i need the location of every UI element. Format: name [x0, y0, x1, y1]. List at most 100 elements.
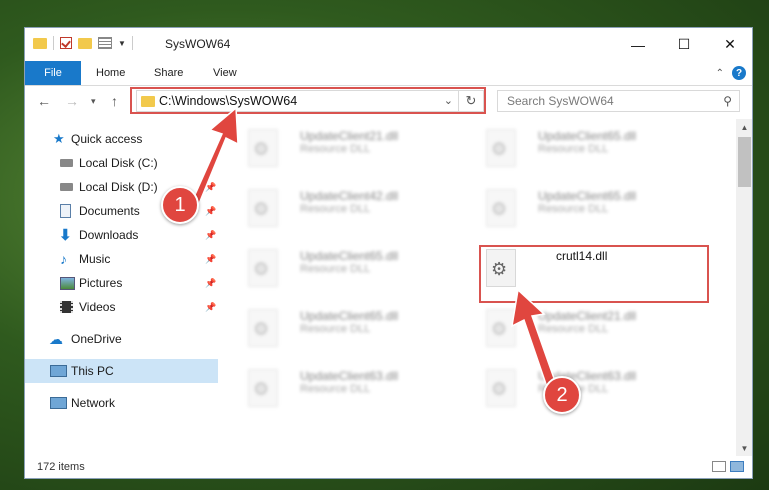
sidebar-item-label: Local Disk (C:) — [79, 156, 158, 170]
dll-file-icon — [486, 189, 516, 227]
up-arrow-icon[interactable]: ↑ — [111, 93, 118, 109]
download-icon: ⬇ — [59, 227, 72, 244]
computer-icon — [50, 365, 67, 377]
file-name: UpdateClient21.dll — [538, 309, 637, 323]
search-placeholder: Search SysWOW64 — [507, 94, 614, 108]
file-name: UpdateClient65.dll — [300, 249, 399, 263]
file-item[interactable]: UpdateClient65.dll Resource DLL — [476, 119, 706, 173]
large-icons-view-icon[interactable] — [730, 461, 744, 472]
file-item[interactable]: UpdateClient63.dll Resource DLL — [476, 359, 706, 413]
cloud-icon: ☁ — [49, 330, 63, 347]
videos-icon — [60, 301, 73, 313]
help-icon[interactable]: ? — [732, 66, 746, 80]
item-count: 172 items — [37, 461, 85, 473]
tab-home[interactable]: Home — [96, 61, 125, 85]
step-badge-2: 2 — [543, 376, 581, 414]
sidebar-item-pictures[interactable]: Pictures 📌 — [25, 271, 218, 295]
dll-file-icon — [486, 369, 516, 407]
divider — [131, 36, 133, 50]
tab-share[interactable]: Share — [154, 61, 183, 85]
file-name: UpdateClient65.dll — [538, 189, 637, 203]
pin-icon[interactable]: 📌 — [205, 182, 216, 193]
dll-file-icon — [248, 249, 278, 287]
dll-file-icon — [486, 309, 516, 347]
recent-locations-chevron-icon[interactable]: ▾ — [91, 96, 96, 107]
pin-icon[interactable]: 📌 — [205, 278, 216, 289]
file-item[interactable]: UpdateClient65.dll Resource DLL — [238, 299, 468, 353]
sidebar-item-label: Pictures — [79, 276, 123, 290]
new-folder-icon[interactable] — [78, 37, 92, 49]
file-item[interactable]: UpdateClient21.dll Resource DLL — [476, 299, 706, 353]
customize-dropdown-icon[interactable]: ▼ — [118, 39, 126, 48]
dll-file-icon — [486, 129, 516, 167]
sidebar-item-network[interactable]: Network — [25, 391, 218, 415]
divider — [53, 36, 54, 50]
dll-file-icon — [248, 189, 278, 227]
sidebar-item-label: Quick access — [71, 132, 143, 146]
minimize-button[interactable]: — — [615, 28, 661, 61]
sidebar-item-quick-access[interactable]: ★ Quick access — [25, 127, 218, 151]
sidebar-item-videos[interactable]: Videos 📌 — [25, 295, 218, 319]
sidebar-item-label: Music — [79, 252, 111, 266]
pin-icon[interactable]: 📌 — [205, 206, 216, 217]
sidebar-item-label: OneDrive — [71, 332, 122, 346]
window-title: SysWOW64 — [165, 37, 231, 51]
sidebar-item-onedrive[interactable]: ☁ OneDrive — [25, 327, 218, 351]
sidebar-item-label: Documents — [79, 204, 140, 218]
network-icon — [50, 397, 67, 409]
file-item[interactable]: UpdateClient65.dll Resource DLL — [476, 179, 706, 233]
details-view-icon[interactable] — [712, 461, 726, 472]
file-highlight — [479, 245, 709, 303]
sidebar-item-label: Videos — [79, 300, 116, 314]
pictures-icon — [60, 276, 75, 290]
sidebar-item-label: This PC — [71, 364, 114, 378]
sidebar-item-downloads[interactable]: ⬇ Downloads 📌 — [25, 223, 218, 247]
sidebar-item-music[interactable]: ♪ Music 📌 — [25, 247, 218, 271]
file-type: Resource DLL — [538, 323, 609, 335]
sidebar-item-local-disk-c[interactable]: Local Disk (C:) — [25, 151, 218, 175]
status-bar: 172 items — [25, 457, 752, 478]
view-icon[interactable] — [98, 37, 112, 49]
maximize-button[interactable]: ☐ — [661, 28, 707, 61]
file-item[interactable]: UpdateClient65.dll Resource DLL — [238, 239, 468, 293]
forward-arrow-icon[interactable]: → — [65, 93, 79, 109]
quick-access-toolbar: ▼ — [33, 36, 133, 50]
folder-icon — [33, 37, 47, 49]
vertical-scrollbar[interactable]: ▲ ▼ — [736, 119, 752, 456]
pin-icon[interactable]: 📌 — [205, 254, 216, 265]
file-item[interactable]: UpdateClient21.dll Resource DLL — [238, 119, 468, 173]
pin-icon[interactable]: 📌 — [205, 230, 216, 241]
search-input[interactable]: Search SysWOW64 ⚲ — [497, 90, 740, 112]
address-bar-highlight — [130, 87, 486, 114]
documents-icon — [60, 204, 71, 218]
step-badge-1: 1 — [161, 186, 199, 224]
pin-icon[interactable]: 📌 — [205, 302, 216, 313]
file-name: UpdateClient65.dll — [300, 309, 399, 323]
back-arrow-icon[interactable]: ← — [37, 93, 51, 109]
sidebar-item-label: Network — [71, 396, 116, 410]
sidebar-item-this-pc[interactable]: This PC — [25, 359, 218, 383]
close-button[interactable]: ✕ — [707, 28, 752, 61]
file-name: UpdateClient65.dll — [538, 129, 637, 143]
search-icon[interactable]: ⚲ — [723, 94, 732, 108]
file-item[interactable]: UpdateClient63.dll Resource DLL — [238, 359, 468, 413]
expand-ribbon-icon[interactable]: ⌃ — [716, 68, 724, 79]
file-name: UpdateClient63.dll — [300, 369, 399, 383]
file-type: Resource DLL — [538, 143, 609, 155]
file-item[interactable]: UpdateClient42.dll Resource DLL — [238, 179, 468, 233]
file-type: Resource DLL — [300, 323, 371, 335]
tab-view[interactable]: View — [213, 61, 237, 85]
tab-file[interactable]: File — [25, 61, 81, 85]
dll-file-icon — [248, 369, 278, 407]
file-type: Resource DLL — [300, 143, 371, 155]
scroll-down-icon[interactable]: ▼ — [736, 440, 752, 456]
drive-icon — [60, 183, 73, 191]
star-icon: ★ — [53, 131, 65, 146]
sidebar-item-label: Local Disk (D:) — [79, 180, 158, 194]
properties-check-icon[interactable] — [60, 37, 72, 49]
title-bar: ▼ SysWOW64 — ☐ ✕ — [25, 28, 752, 61]
file-type: Resource DLL — [300, 203, 371, 215]
scroll-up-icon[interactable]: ▲ — [736, 119, 752, 135]
file-type: Resource DLL — [538, 203, 609, 215]
scrollbar-thumb[interactable] — [738, 137, 751, 187]
